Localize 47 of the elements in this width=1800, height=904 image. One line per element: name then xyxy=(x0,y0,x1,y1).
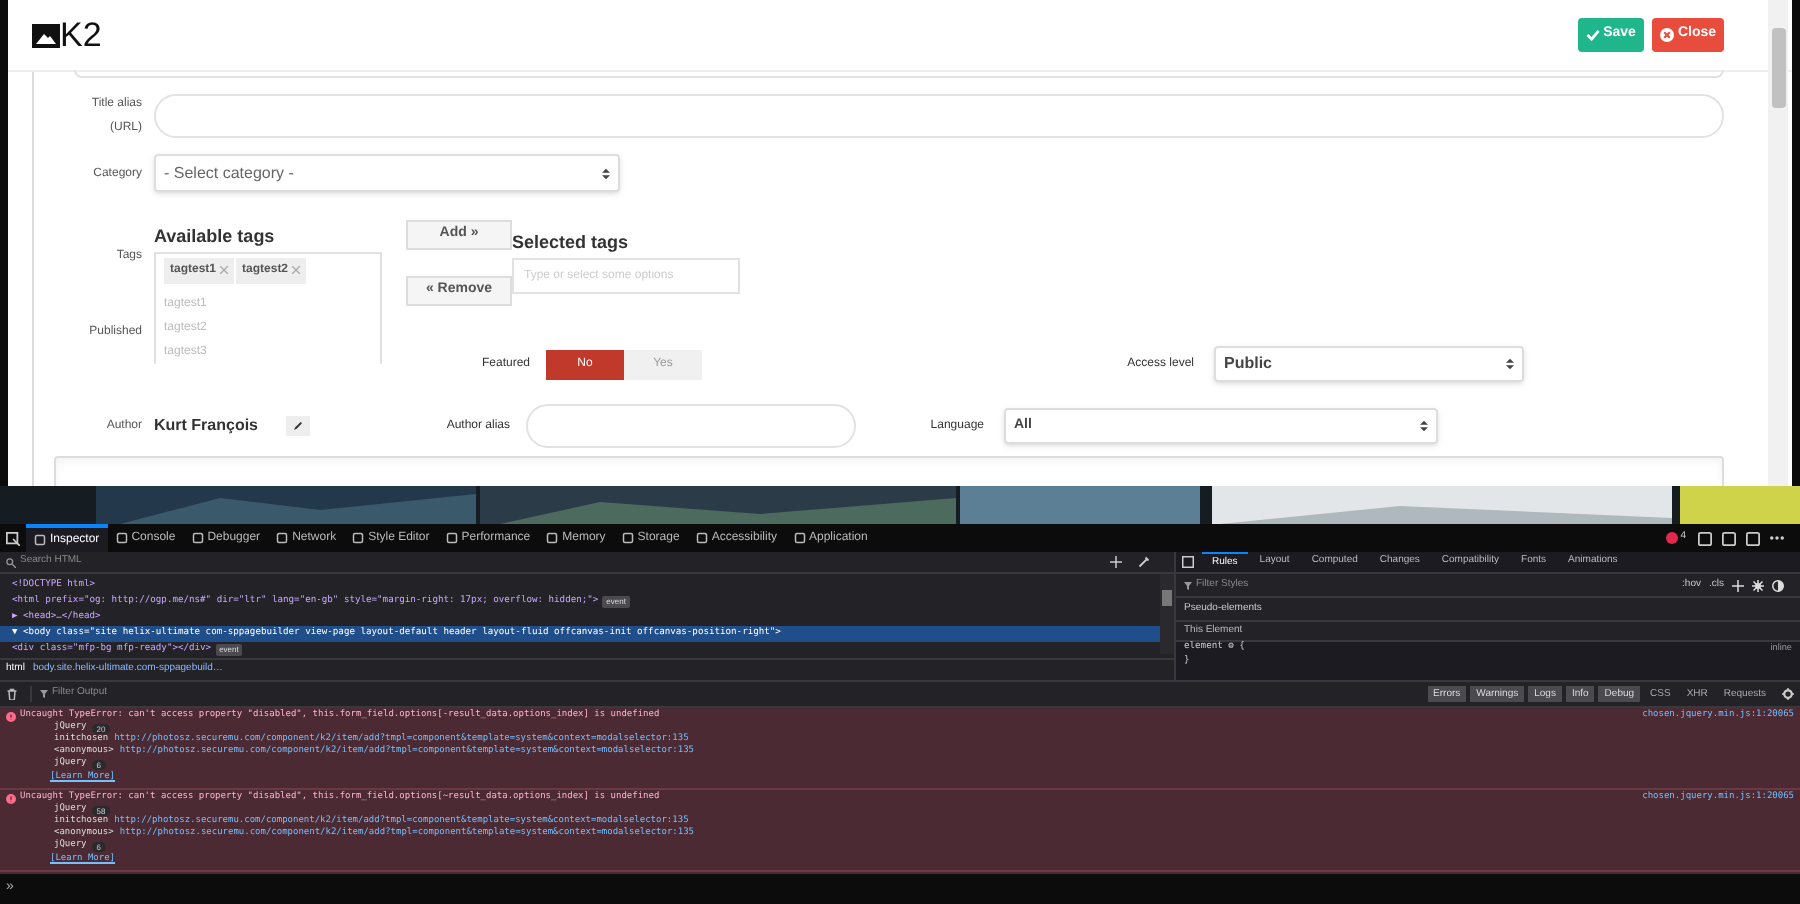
scrollbar-thumb[interactable] xyxy=(1771,28,1785,108)
square-icon xyxy=(621,532,634,544)
pencil-icon xyxy=(294,422,302,430)
select-field[interactable]: - Select category - xyxy=(154,154,620,192)
check-icon xyxy=(1585,28,1600,42)
sort-arrows-icon xyxy=(1420,420,1428,432)
trash-icon[interactable] xyxy=(6,688,18,700)
pick-element-icon[interactable] xyxy=(6,531,20,545)
filter-icon xyxy=(1184,581,1192,589)
search-icon xyxy=(6,557,16,567)
sort-arrows-icon xyxy=(602,167,610,179)
square-icon xyxy=(695,532,708,544)
square-icon xyxy=(276,532,289,544)
square-icon xyxy=(445,532,458,544)
add-icon[interactable] xyxy=(1110,556,1122,568)
section-heading: Available tags xyxy=(154,224,277,250)
dock-icon[interactable] xyxy=(1698,531,1712,545)
window-icon[interactable] xyxy=(1746,531,1760,545)
close-icon xyxy=(1659,28,1674,42)
settings-icon[interactable] xyxy=(1782,688,1794,700)
contrast-icon[interactable] xyxy=(1772,579,1784,591)
eyedropper-icon[interactable] xyxy=(1138,556,1150,568)
mountain-logo-icon xyxy=(32,23,60,47)
square-icon xyxy=(34,534,46,546)
section-heading: Selected tags xyxy=(512,230,631,256)
input-field[interactable] xyxy=(526,404,856,448)
square-icon xyxy=(793,532,805,544)
scrollbar[interactable] xyxy=(1160,574,1174,654)
error-icon xyxy=(1666,532,1679,544)
square-icon xyxy=(546,532,559,544)
scrollbar[interactable] xyxy=(1768,0,1788,486)
sort-arrows-icon xyxy=(1506,358,1514,370)
add-icon[interactable] xyxy=(1732,579,1744,591)
author-name: Kurt François xyxy=(154,414,261,438)
filter-icon xyxy=(40,690,48,698)
sidebar-toggle-icon[interactable] xyxy=(1182,556,1194,568)
split-icon[interactable] xyxy=(1722,531,1736,545)
input-field[interactable] xyxy=(154,94,1724,138)
select-field[interactable]: Public xyxy=(1214,346,1524,382)
sun-icon[interactable] xyxy=(1752,579,1764,591)
edit-button[interactable] xyxy=(286,416,310,436)
square-icon xyxy=(352,532,365,544)
square-icon xyxy=(191,532,204,544)
error-icon xyxy=(6,793,16,804)
logo-text: K2 xyxy=(60,18,102,52)
scrollbar-thumb[interactable] xyxy=(1162,590,1172,606)
square-icon xyxy=(115,532,128,544)
